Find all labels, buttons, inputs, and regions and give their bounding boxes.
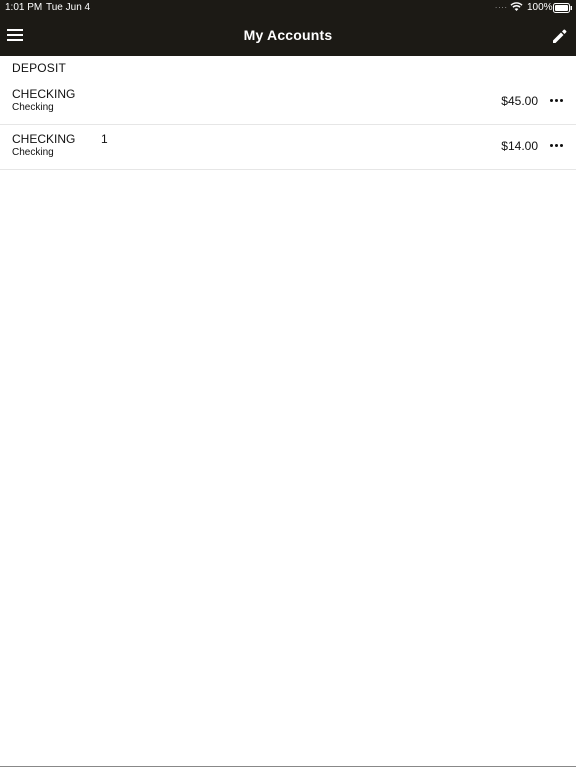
account-type: Checking bbox=[12, 147, 54, 158]
account-row[interactable]: CHECKING 1 Checking $14.00 bbox=[0, 124, 576, 170]
more-options-button[interactable] bbox=[550, 97, 564, 105]
battery-percent: 100% bbox=[527, 2, 553, 13]
status-bar: 1:01 PM Tue Jun 4 .... 100% bbox=[0, 0, 576, 16]
account-type: Checking bbox=[12, 102, 54, 113]
battery-icon bbox=[553, 3, 573, 16]
account-balance: $14.00 bbox=[501, 139, 538, 153]
status-date: Tue Jun 4 bbox=[46, 2, 91, 13]
wifi-icon bbox=[510, 1, 523, 15]
account-balance: $45.00 bbox=[501, 94, 538, 108]
more-options-button[interactable] bbox=[550, 142, 564, 150]
edit-button[interactable] bbox=[550, 26, 570, 46]
account-row[interactable]: CHECKING Checking $45.00 bbox=[0, 79, 576, 125]
section-header-deposit: DEPOSIT bbox=[12, 61, 67, 75]
account-number: 1 bbox=[101, 132, 108, 146]
nav-bar: My Accounts bbox=[0, 16, 576, 56]
bottom-divider bbox=[0, 766, 576, 767]
pencil-icon bbox=[550, 29, 570, 50]
account-name: CHECKING bbox=[12, 132, 76, 146]
signal-dots: .... bbox=[495, 1, 508, 10]
status-time: 1:01 PM bbox=[5, 2, 43, 13]
account-name: CHECKING bbox=[12, 87, 76, 101]
page-title: My Accounts bbox=[243, 27, 333, 43]
